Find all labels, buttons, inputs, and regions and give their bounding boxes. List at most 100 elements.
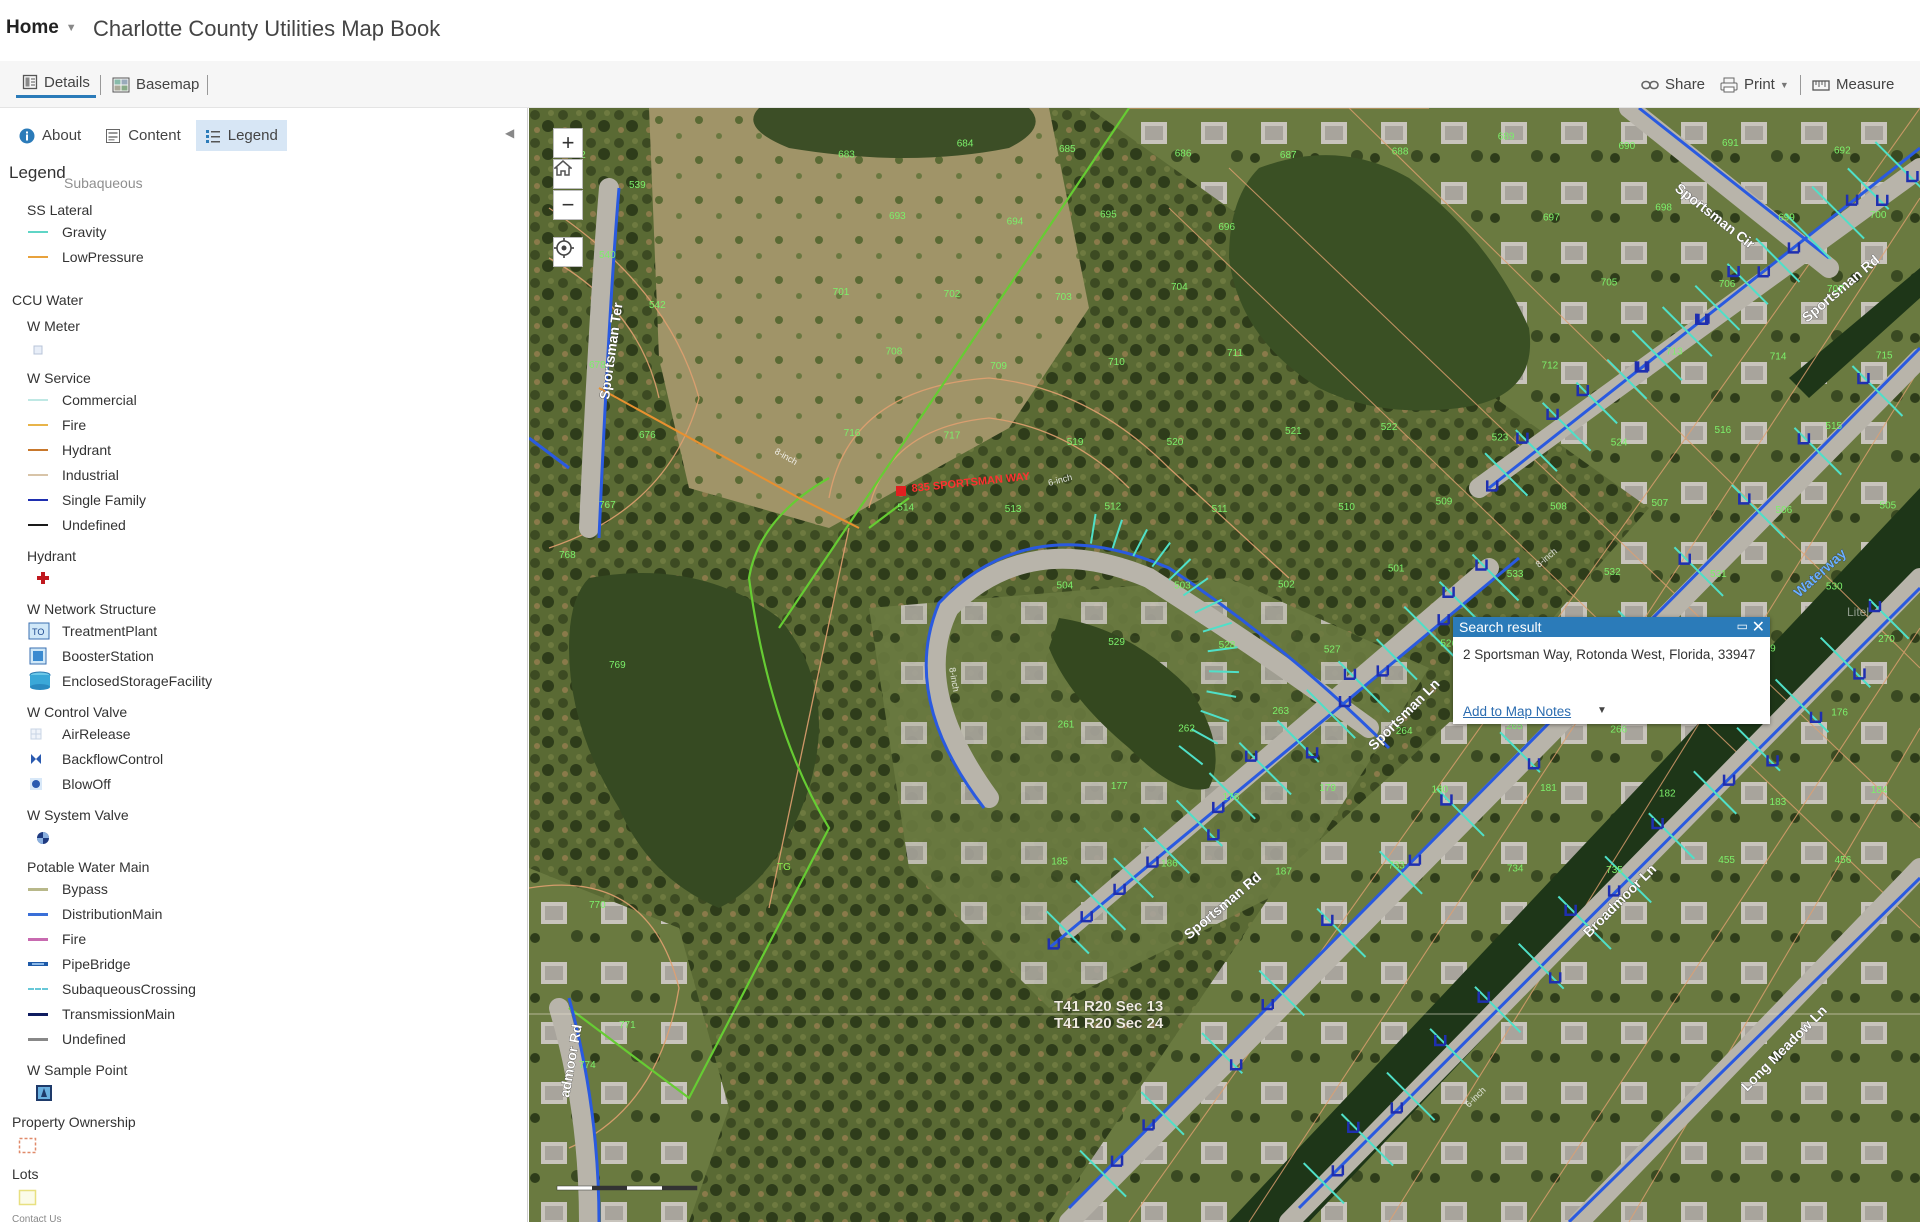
plus-icon: +: [561, 130, 575, 155]
lot-number-label: 503: [1174, 580, 1191, 591]
popup-title: Search result: [1459, 619, 1542, 635]
lot-number-label: 177: [1111, 781, 1128, 792]
lot-number-label: 504: [1057, 580, 1074, 591]
lot-number-label: 516: [1715, 425, 1732, 436]
lot-number-label: 529: [1108, 637, 1125, 648]
lot-number-label: 512: [1105, 502, 1122, 513]
tab-about[interactable]: About: [10, 120, 90, 151]
lot-number-label: 532: [1604, 567, 1621, 578]
legend-item-label: LowPressure: [62, 249, 144, 265]
water-meter-icon: [33, 345, 43, 355]
lot-number-label: 769: [609, 660, 626, 671]
lot-number-label: 704: [1171, 282, 1188, 293]
toolbar-divider: [207, 75, 208, 95]
minus-icon: −: [561, 192, 575, 217]
share-button[interactable]: Share: [1641, 71, 1705, 98]
collapse-panel-icon[interactable]: ◀: [505, 126, 514, 140]
locate-crosshair-icon: [554, 238, 574, 258]
legend-item-label: AirRelease: [62, 726, 131, 742]
home-icon: [554, 160, 572, 176]
lot-number-label: 771: [619, 1020, 636, 1031]
lot-number-label: 511: [1212, 504, 1228, 515]
lot-number-label: 510: [1338, 502, 1355, 513]
legend-group-w-service: W Service: [27, 370, 91, 386]
details-button[interactable]: Details: [16, 71, 96, 98]
printer-icon: [1720, 77, 1738, 92]
lot-number-label: 519: [1067, 437, 1084, 448]
legend-item-label: TreatmentPlant: [62, 623, 158, 639]
legend-group-lots: Lots: [12, 1166, 39, 1182]
basemap-icon: [112, 77, 130, 92]
lot-number-label: 695: [1100, 209, 1117, 220]
legend-group-potable-water-main: Potable Water Main: [27, 859, 150, 875]
line-swatch: [28, 424, 48, 426]
lot-number-label: 542: [649, 300, 666, 311]
tab-legend[interactable]: Legend: [195, 120, 287, 151]
lot-number-label: 533: [1507, 569, 1524, 580]
print-button[interactable]: Print ▼: [1720, 71, 1789, 98]
home-menu[interactable]: Home ▼: [6, 17, 77, 39]
lot-number-label: 701: [833, 287, 850, 298]
svg-text:TO: TO: [32, 627, 44, 637]
line-swatch: [28, 399, 48, 401]
lot-number-label: 706: [1719, 279, 1736, 290]
lot-number-label: 502: [1278, 579, 1295, 590]
blowoff-icon: [30, 778, 42, 790]
legend-item-label: BlowOff: [62, 776, 111, 792]
legend-item: Bypass: [28, 879, 108, 899]
home-label: Home: [6, 17, 59, 38]
legend-item-label: Commercial: [62, 392, 137, 408]
footer-cutoff-text: Contact Us: [12, 1214, 62, 1222]
tab-content[interactable]: Content: [96, 120, 190, 151]
measure-button[interactable]: Measure: [1812, 71, 1894, 98]
lot-number-label: 714: [1770, 352, 1787, 363]
locate-button[interactable]: [553, 237, 583, 267]
default-extent-button[interactable]: [553, 159, 583, 189]
maximize-icon[interactable]: ▭: [1737, 619, 1748, 633]
line-swatch: [28, 1012, 48, 1016]
legend-cutoff-label: Subaqueous: [62, 178, 143, 193]
lot-number-label: 684: [957, 138, 974, 149]
lot-number-label: 678: [589, 360, 606, 371]
legend-item: TransmissionMain: [28, 1004, 175, 1024]
lot-number-label: 710: [1108, 357, 1125, 368]
legend-item-label: Gravity: [62, 224, 107, 240]
legend-item: Hydrant: [28, 440, 111, 460]
lot-number-label: 691: [1722, 138, 1739, 149]
close-icon[interactable]: ✕: [1752, 617, 1765, 637]
lot-number-label: 527: [1324, 644, 1341, 655]
legend-item-label: EnclosedStorageFacility: [62, 673, 213, 689]
lot-number-label: 523: [1492, 432, 1509, 443]
lot-number-label: 520: [1167, 437, 1184, 448]
basemap-button[interactable]: Basemap: [112, 71, 199, 98]
lot-number-label: 263: [1272, 706, 1289, 717]
air-release-icon: [30, 728, 42, 740]
chevron-down-icon[interactable]: ▼: [1597, 705, 1607, 716]
lot-number-label: 715: [1876, 351, 1893, 362]
legend-scroll-area[interactable]: Subaqueous SS Lateral Gravity LowPressur…: [0, 178, 526, 1222]
lot-number-label: 733: [1388, 860, 1405, 871]
lot-number-label: 185: [1051, 857, 1068, 868]
details-label: Details: [44, 73, 90, 91]
tab-content-label: Content: [128, 127, 181, 144]
zoom-out-button[interactable]: −: [553, 190, 583, 220]
legend-item-label: Undefined: [62, 1031, 126, 1047]
lot-number-label: 184: [1871, 785, 1888, 796]
lot-number-label: 712: [1542, 361, 1559, 372]
zoom-in-button[interactable]: +: [553, 128, 583, 158]
lot-number-label: 515: [1825, 421, 1842, 432]
line-swatch: [28, 524, 48, 526]
legend-item: Undefined: [28, 1029, 126, 1049]
legend-item: Single Family: [28, 490, 146, 510]
share-link-icon: [1641, 80, 1659, 89]
section-label: T41 R20 Sec 24: [1054, 1015, 1164, 1032]
measure-ruler-icon: [1812, 79, 1830, 91]
tab-about-label: About: [42, 127, 82, 144]
legend-group-hydrant: Hydrant: [27, 548, 77, 564]
add-to-map-notes-link[interactable]: Add to Map Notes: [1463, 704, 1571, 719]
lot-number-label: 176: [1831, 707, 1848, 718]
property-ownership-swatch: [18, 1137, 37, 1154]
search-result-popup: Search result ▭ ✕ 2 Sportsman Way, Roton…: [1453, 617, 1770, 724]
popup-header: Search result ▭ ✕: [1453, 617, 1770, 637]
lot-number-label: 767: [599, 500, 616, 511]
